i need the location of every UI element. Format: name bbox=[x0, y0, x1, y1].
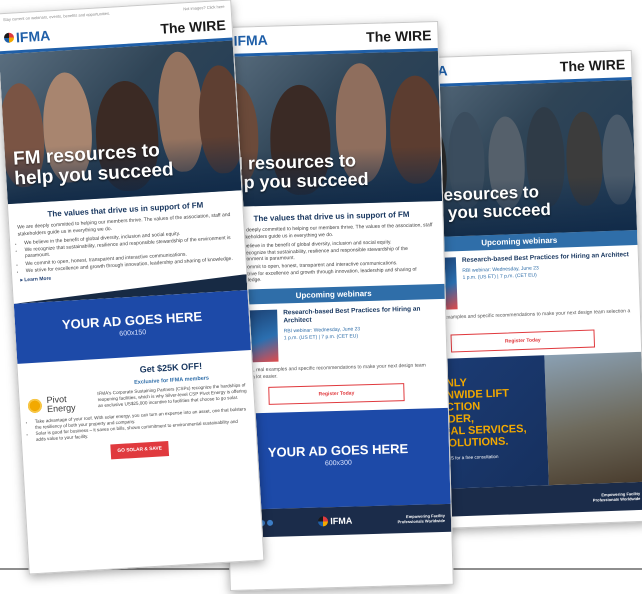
logo-text: IFMA bbox=[15, 27, 51, 46]
newsletter-preview-front: Stay current on webinars, events, benefi… bbox=[0, 0, 265, 575]
person bbox=[388, 74, 443, 185]
person bbox=[564, 111, 605, 207]
company-line: Energy bbox=[46, 402, 76, 415]
sun-icon bbox=[25, 396, 45, 416]
go-solar-button[interactable]: GO SOLAR & SAVE bbox=[110, 441, 170, 460]
footer-tagline: Empowering Facility Professionals Worldwi… bbox=[593, 491, 641, 503]
ifma-logo-mark bbox=[3, 32, 15, 44]
newsletter-title: The WIRE bbox=[559, 56, 626, 75]
values-list: We believe in the benefit of global dive… bbox=[221, 238, 444, 284]
youtube-icon[interactable] bbox=[266, 520, 274, 527]
logo-text: IFMA bbox=[233, 31, 268, 49]
footer-logo-text: IFMA bbox=[330, 515, 353, 527]
ifma-logo-mark bbox=[318, 516, 329, 527]
newsletter-title: The WIRE bbox=[159, 16, 227, 37]
hero-image: FM resources to help you succeed bbox=[216, 50, 443, 208]
tagline-line: Professionals Worldwide bbox=[397, 518, 446, 525]
worker-photo bbox=[544, 351, 642, 486]
register-button[interactable]: Register Today bbox=[450, 329, 595, 353]
tagline-line: Professionals Worldwide bbox=[592, 495, 641, 503]
footer-tagline: Empowering Facility Professionals Worldwi… bbox=[397, 513, 445, 524]
person bbox=[196, 64, 242, 175]
pivot-energy-logo: Pivot Energy bbox=[24, 367, 98, 416]
footer-logo: IFMA bbox=[318, 516, 352, 527]
newsletter-title: The WIRE bbox=[365, 27, 432, 45]
ifma-logo: IFMA bbox=[3, 27, 51, 46]
ad-headline: YOUR AD GOES HERE bbox=[267, 441, 409, 461]
register-button[interactable]: Register Today bbox=[268, 383, 405, 406]
learn-more-label: Learn More bbox=[24, 275, 52, 284]
person bbox=[600, 113, 637, 206]
hero-image: FM resources to help you succeed bbox=[0, 40, 242, 205]
webinar-item: Research-based Best Practices for Hiring… bbox=[223, 299, 447, 365]
hero-heading: FM resources to help you succeed bbox=[13, 140, 175, 190]
